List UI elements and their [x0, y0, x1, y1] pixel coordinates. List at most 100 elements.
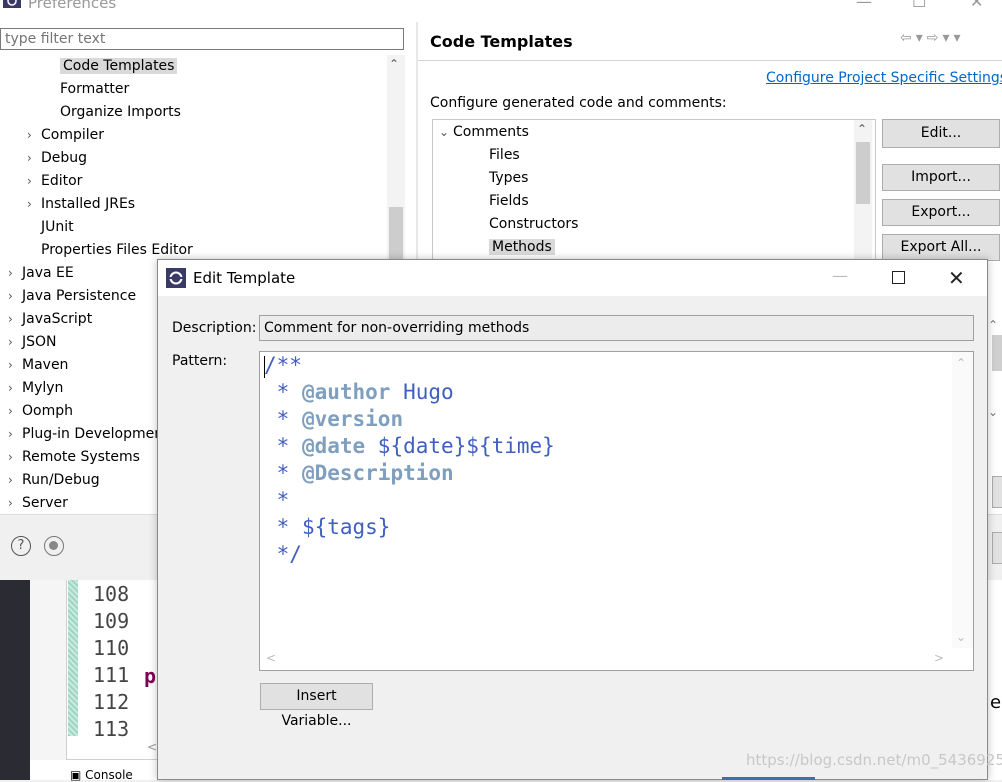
chevron-right-icon[interactable]: ›: [8, 423, 22, 445]
tree-item[interactable]: › Debug: [27, 147, 87, 169]
chevron-right-icon[interactable]: ›: [8, 492, 22, 514]
pattern-tag: @author: [301, 380, 391, 404]
tree-item[interactable]: › Installed JREs: [27, 193, 135, 215]
tree-item[interactable]: › Run/Debug: [8, 469, 100, 491]
maximize-icon[interactable]: ☐: [912, 0, 926, 11]
scroll-right-icon[interactable]: >: [934, 651, 944, 665]
insert-variable-button[interactable]: Insert Variable...: [260, 683, 373, 729]
pattern-tag: @date: [301, 434, 366, 458]
scroll-up-icon[interactable]: ⌃: [857, 122, 867, 136]
scroll-left-icon[interactable]: <: [266, 651, 276, 665]
tree-item-label: JSON: [22, 334, 57, 350]
scroll-down-icon[interactable]: ⌄: [956, 630, 966, 644]
header-separator: [418, 60, 1002, 61]
template-tree-item-label: Constructors: [489, 216, 579, 232]
chevron-right-icon[interactable]: ›: [27, 170, 41, 192]
chevron-right-icon[interactable]: ›: [27, 193, 41, 215]
editor-side-panel: [0, 580, 30, 780]
tree-item[interactable]: › Server: [8, 492, 68, 514]
hidden-button-fragment[interactable]: [992, 476, 1002, 508]
scroll-left-icon[interactable]: <: [147, 740, 157, 754]
chevron-right-icon[interactable]: ›: [8, 285, 22, 307]
tree-item-label: Oomph: [22, 403, 73, 419]
chevron-right-icon[interactable]: ›: [8, 446, 22, 468]
tree-item[interactable]: › Java Persistence: [8, 285, 136, 307]
tree-item[interactable]: › JSON: [8, 331, 57, 353]
export-button[interactable]: Export...: [882, 199, 1000, 226]
template-tree-item[interactable]: Files: [475, 144, 520, 166]
tree-item-label: Server: [22, 495, 68, 511]
pattern-line: * @version: [264, 407, 403, 431]
export-all-button[interactable]: Export All...: [882, 234, 1000, 261]
chevron-down-icon[interactable]: ⌄: [439, 121, 453, 143]
editor-margin: [30, 580, 66, 760]
tree-item[interactable]: › Plug-in Developmen: [8, 423, 163, 445]
project-settings-link[interactable]: Configure Project Specific Settings...: [766, 70, 1002, 86]
template-tree-item[interactable]: Fields: [475, 190, 529, 212]
chevron-right-icon[interactable]: ›: [8, 400, 22, 422]
tree-item[interactable]: › Compiler: [27, 124, 104, 146]
tree-item[interactable]: › Maven: [8, 354, 68, 376]
template-tree-item[interactable]: ⌄ Comments: [439, 121, 529, 143]
scroll-up-icon[interactable]: ⌃: [988, 318, 998, 332]
pattern-tag: @version: [301, 407, 404, 431]
template-tree-item[interactable]: Methods: [475, 236, 555, 258]
tree-item[interactable]: › Oomph: [8, 400, 73, 422]
chevron-right-icon[interactable]: ›: [8, 354, 22, 376]
tree-item[interactable]: › Mylyn: [8, 377, 63, 399]
pattern-star: /**: [264, 353, 302, 377]
pattern-line: * @Description: [264, 461, 454, 485]
pattern-line: * ${tags}: [264, 515, 391, 539]
edit-button[interactable]: Edit...: [882, 119, 1000, 148]
pattern-star: *: [264, 407, 302, 431]
template-tree-item[interactable]: Types: [475, 167, 528, 189]
change-bar: [68, 580, 78, 736]
templates-tree: ⌄ Comments Files Types Fields Constructors Met…: [432, 119, 876, 262]
chevron-right-icon[interactable]: ›: [8, 262, 22, 284]
chevron-down-icon[interactable]: ⌄: [988, 405, 998, 419]
tree-item[interactable]: Organize Imports: [46, 101, 181, 123]
history-nav-icons[interactable]: ⇦▾⇨▾▾: [900, 30, 965, 46]
chevron-right-icon[interactable]: ›: [27, 147, 41, 169]
tree-item-label: Mylyn: [22, 380, 64, 396]
templates-scrollbar-thumb[interactable]: [856, 142, 870, 204]
filter-input[interactable]: [0, 28, 404, 50]
scroll-up-icon[interactable]: ⌃: [956, 356, 966, 370]
watermark: https://blog.csdn.net/m0_54369252: [746, 751, 1002, 769]
description-field[interactable]: Comment for non-overriding methods: [259, 315, 974, 341]
pattern-star: *: [264, 380, 302, 404]
tree-item[interactable]: › JavaScript: [8, 308, 92, 330]
chevron-right-icon[interactable]: ›: [8, 331, 22, 353]
tree-item[interactable]: › Java EE: [8, 262, 74, 284]
pattern-scrollbar[interactable]: [952, 352, 973, 648]
tree-item[interactable]: Properties Files Editor: [27, 239, 193, 261]
close-icon[interactable]: ✕: [948, 266, 965, 290]
tree-item[interactable]: Code Templates: [46, 55, 178, 77]
help-icon[interactable]: ?: [11, 536, 31, 556]
chevron-right-icon[interactable]: ›: [27, 124, 41, 146]
close-icon[interactable]: ✕: [970, 0, 983, 11]
chevron-right-icon[interactable]: ›: [8, 469, 22, 491]
record-icon[interactable]: [44, 536, 64, 556]
hidden-button-fragment[interactable]: [992, 532, 1002, 564]
tree-item[interactable]: › Remote Systems: [8, 446, 140, 468]
import-button[interactable]: Import...: [882, 164, 1000, 191]
maximize-icon[interactable]: [892, 271, 905, 284]
tree-item-label: Properties Files Editor: [41, 242, 193, 258]
pattern-label: Pattern:: [172, 353, 228, 369]
tree-item[interactable]: JUnit: [27, 216, 74, 238]
chevron-right-icon[interactable]: ›: [8, 308, 22, 330]
pattern-star: *: [264, 515, 302, 539]
tree-item[interactable]: › Editor: [27, 170, 82, 192]
scroll-up-icon[interactable]: ⌃: [389, 57, 399, 71]
template-tree-item-label: Comments: [453, 124, 529, 140]
tree-item-label: JavaScript: [22, 311, 93, 327]
pattern-text: ${tags}: [301, 515, 391, 539]
minimize-icon[interactable]: —: [856, 0, 872, 11]
tree-item[interactable]: Formatter: [46, 78, 129, 100]
template-tree-item[interactable]: Constructors: [475, 213, 578, 235]
chevron-right-icon[interactable]: ›: [8, 377, 22, 399]
hidden-panel-fragment: [992, 335, 1002, 371]
tree-scrollbar-thumb[interactable]: [389, 207, 403, 267]
minimize-icon[interactable]: —: [832, 266, 848, 285]
